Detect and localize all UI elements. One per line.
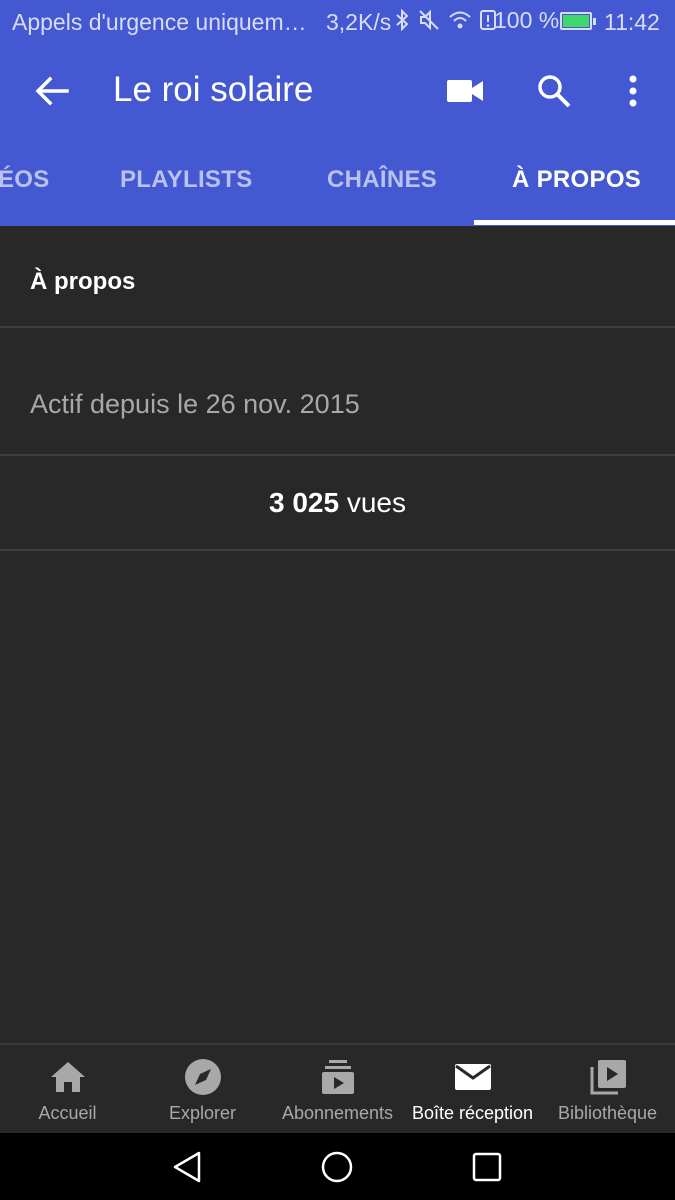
nav-explore[interactable]: Explorer <box>135 1045 270 1135</box>
bluetooth-icon <box>396 9 409 31</box>
nav-label: Abonnements <box>281 1103 394 1123</box>
tab-videos[interactable]: ÉOS <box>0 166 50 194</box>
carrier-text: Appels d'urgence uniquem… <box>12 9 307 35</box>
page-title: Le roi solaire <box>113 70 314 109</box>
back-arrow-icon <box>35 76 69 106</box>
view-count: 3 025 vues <box>0 487 675 519</box>
library-icon <box>590 1060 626 1095</box>
app-bar: Le roi solaire <box>0 46 675 136</box>
divider <box>0 549 675 551</box>
back-triangle-icon[interactable] <box>170 1150 204 1184</box>
joined-date: Actif depuis le 26 nov. 2015 <box>30 389 360 419</box>
battery-percent: 100 % <box>494 7 560 33</box>
home-circle-icon[interactable] <box>320 1150 354 1184</box>
channel-tabs: ÉOS PLAYLISTS CHAÎNES À PROPOS <box>0 136 675 226</box>
view-count-unit: vues <box>346 487 406 518</box>
divider <box>0 454 675 456</box>
video-camera-icon <box>447 80 483 102</box>
more-vert-icon <box>629 75 637 107</box>
active-tab-indicator <box>474 220 675 225</box>
more-options-button[interactable] <box>609 67 657 115</box>
tab-channels[interactable]: CHAÎNES <box>327 166 437 194</box>
view-count-number: 3 025 <box>268 487 340 518</box>
system-navigation-bar <box>0 1133 675 1200</box>
recents-square-icon[interactable] <box>471 1151 503 1183</box>
about-section-title: À propos <box>30 268 136 295</box>
bottom-navigation: Accueil Explorer Abonnements Boîte récep… <box>0 1043 675 1135</box>
search-button[interactable] <box>530 67 578 115</box>
compass-icon <box>184 1059 221 1095</box>
tab-about[interactable]: À PROPOS <box>512 166 641 194</box>
nav-label: Accueil <box>38 1103 97 1123</box>
nav-home[interactable]: Accueil <box>0 1045 135 1135</box>
mail-icon <box>454 1064 491 1090</box>
nav-label: Boîte réception <box>411 1103 534 1123</box>
mute-icon <box>419 9 439 31</box>
status-bar: Appels d'urgence uniquem… 3,2K/s 100 % 1… <box>0 0 675 46</box>
back-button[interactable] <box>28 67 76 115</box>
tab-playlists[interactable]: PLAYLISTS <box>120 166 253 194</box>
battery-icon <box>560 12 596 30</box>
nav-subscriptions[interactable]: Abonnements <box>270 1045 405 1135</box>
search-icon <box>538 75 571 108</box>
nav-library[interactable]: Bibliothèque <box>540 1045 675 1135</box>
nav-label: Bibliothèque <box>557 1103 658 1123</box>
upload-video-button[interactable] <box>441 67 489 115</box>
divider <box>0 326 675 328</box>
clock: 11:42 <box>604 9 660 35</box>
wifi-icon <box>449 11 471 29</box>
nav-label: Explorer <box>168 1103 237 1123</box>
subscriptions-icon <box>321 1060 354 1094</box>
nav-inbox[interactable]: Boîte réception <box>405 1045 540 1135</box>
home-icon <box>50 1062 85 1092</box>
network-speed: 3,2K/s <box>326 9 392 35</box>
